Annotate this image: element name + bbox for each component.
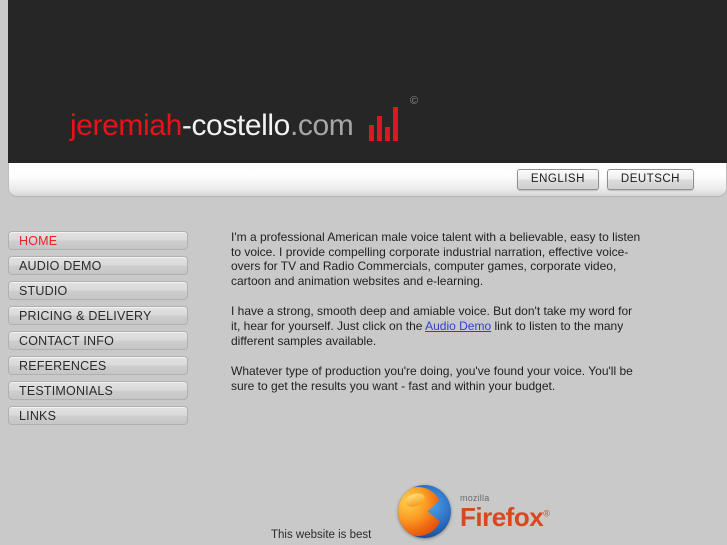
logo-text-tld: .com	[289, 109, 354, 142]
logo-text-primary: jeremiah	[70, 109, 182, 142]
main-content: I'm a professional American male voice t…	[231, 230, 643, 409]
sidebar-item-testimonials[interactable]: TESTIMONIALS	[8, 381, 188, 400]
audio-demo-link[interactable]: Audio Demo	[425, 319, 491, 333]
site-header: jeremiah-costello.com ©	[8, 0, 727, 163]
sidebar-item-audio-demo[interactable]: AUDIO DEMO	[8, 256, 188, 275]
sidebar-item-references[interactable]: REFERENCES	[8, 356, 188, 375]
firefox-globe-icon	[398, 485, 451, 538]
firefox-wordmark: mozilla Firefox®	[460, 493, 550, 532]
sidebar-item-studio[interactable]: STUDIO	[8, 281, 188, 300]
language-button-english[interactable]: ENGLISH	[516, 169, 599, 190]
sidebar-item-links[interactable]: LINKS	[8, 406, 188, 425]
language-button-deutsch[interactable]: DEUTSCH	[606, 169, 694, 190]
firefox-product-name: Firefox	[460, 501, 544, 532]
closing-paragraph: Whatever type of production you're doing…	[231, 364, 633, 393]
logo-text: jeremiah-costello.com	[70, 109, 354, 142]
voice-paragraph: I have a strong, smooth deep and amiable…	[231, 304, 643, 348]
firefox-badge[interactable]: mozilla Firefox®	[398, 485, 550, 538]
sidebar-item-home[interactable]: HOME	[8, 231, 188, 250]
language-bar: ENGLISH DEUTSCH	[8, 163, 727, 197]
trademark-icon: ®	[543, 507, 550, 518]
intro-paragraph: I'm a professional American male voice t…	[231, 230, 641, 288]
equalizer-bars-icon	[369, 107, 399, 141]
sidebar-item-pricing-delivery[interactable]: PRICING & DELIVERY	[8, 306, 188, 325]
sidebar-item-contact-info[interactable]: CONTACT INFO	[8, 331, 188, 350]
page-footer: This website is best mozilla Firefox®	[0, 478, 727, 545]
site-logo[interactable]: jeremiah-costello.com	[70, 107, 399, 142]
logo-text-secondary: -costello	[181, 109, 291, 142]
copyright-icon: ©	[410, 95, 419, 107]
sidebar-navigation: HOME AUDIO DEMO STUDIO PRICING & DELIVER…	[8, 231, 188, 431]
firefox-label: Firefox®	[460, 501, 550, 532]
